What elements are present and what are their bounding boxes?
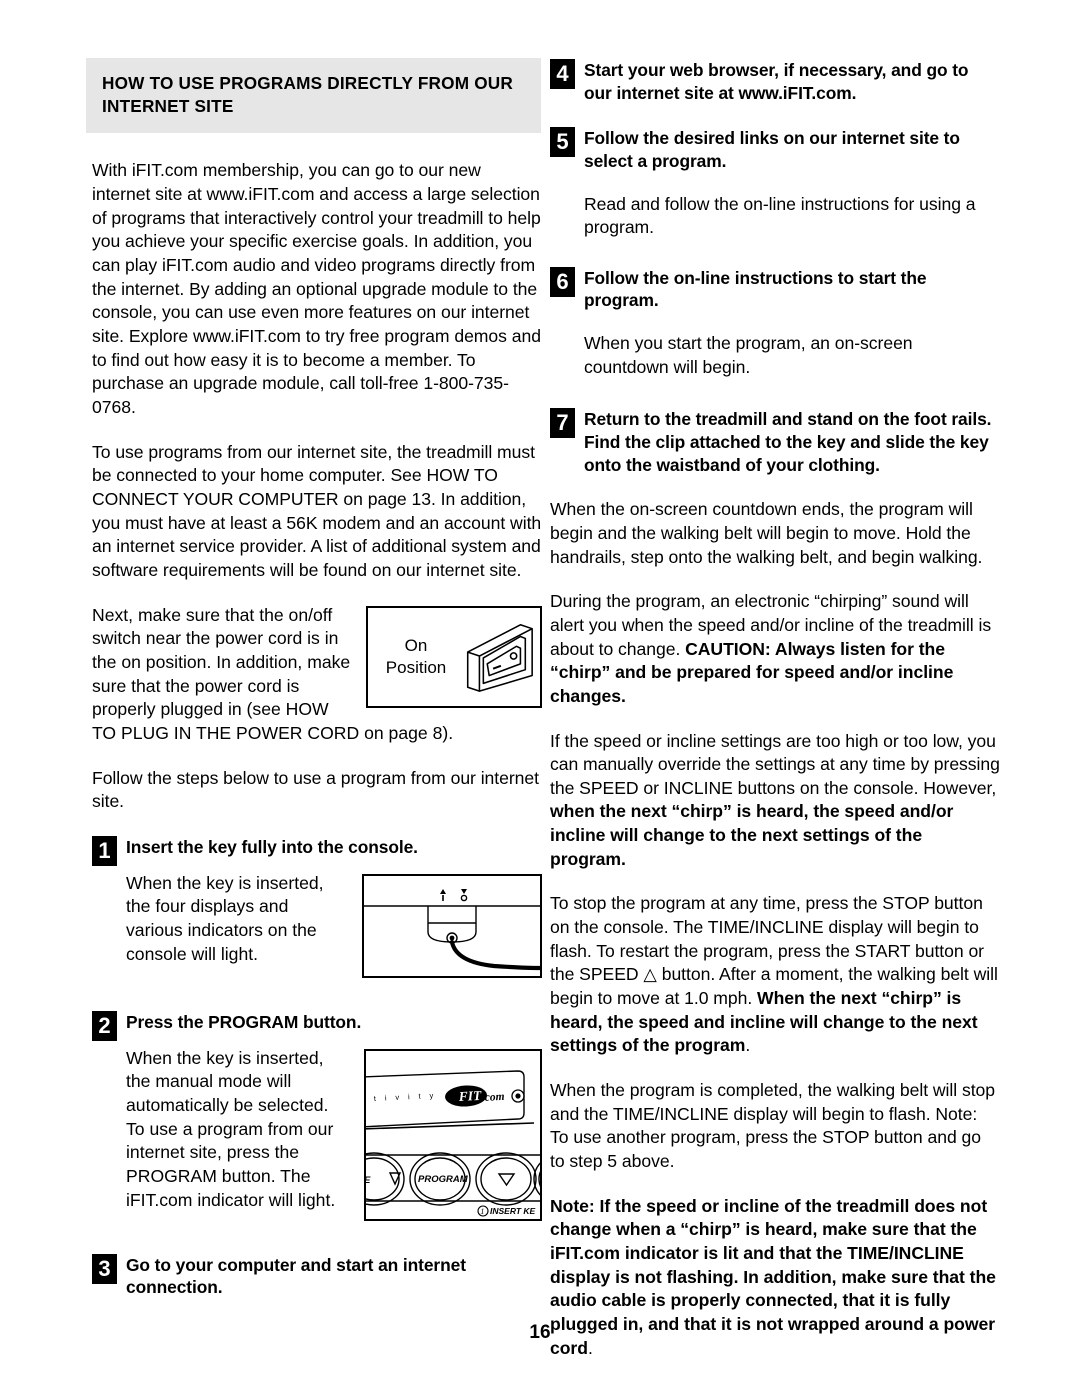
chirp-paragraph: During the program, an electronic “chirp…: [550, 590, 1000, 708]
svg-text:.com: .com: [482, 1091, 505, 1104]
step-2: 2 Press the PROGRAM button.: [92, 1010, 542, 1041]
key-insert-figure: [362, 873, 542, 978]
svg-text:E: E: [366, 1175, 371, 1186]
step-6-title: Follow the on-line instructions to start…: [584, 267, 927, 311]
step-2-body-block: i FIT .com t i v i t y E: [92, 1047, 542, 1227]
step-4-title: Start your web browser, if necessary, an…: [584, 60, 969, 103]
step-4-number: 4: [550, 59, 575, 89]
step-1-number: 1: [92, 835, 117, 866]
on-position-label: On Position: [376, 635, 456, 677]
svg-text:1: 1: [480, 1207, 484, 1216]
step-3-number: 3: [92, 1253, 117, 1284]
svg-text:INSERT KE: INSERT KE: [490, 1206, 536, 1216]
step-5: 5 Follow the desired links on our intern…: [550, 126, 1000, 172]
override-paragraph-normal: If the speed or incline settings are too…: [550, 730, 1000, 798]
step-1: 1 Insert the key fully into the console.: [92, 835, 542, 866]
step-7-title: Return to the treadmill and stand on the…: [584, 409, 992, 475]
step-7: 7 Return to the treadmill and stand on t…: [550, 407, 1000, 476]
step-2-number: 2: [92, 1010, 117, 1041]
step-1-body-block: When the key is inserted, the four displ…: [92, 872, 542, 984]
section-header: HOW TO USE PROGRAMS DIRECTLY FROM OUR IN…: [86, 58, 541, 134]
console-panel-figure: i FIT .com t i v i t y E: [364, 1048, 542, 1221]
step-7-number: 7: [550, 408, 575, 439]
svg-text:PROGRAM: PROGRAM: [418, 1174, 469, 1185]
svg-text:FIT: FIT: [457, 1088, 482, 1104]
step-6-number: 6: [550, 266, 575, 297]
stop-paragraph-tail: .: [745, 1035, 751, 1056]
switch-paragraph-block: On Position Next, make sure that the on/…: [92, 604, 542, 746]
triangle-up-icon: △: [643, 964, 657, 985]
on-position-figure: On Position: [366, 605, 542, 708]
step-1-title: Insert the key fully into the console.: [126, 836, 418, 857]
countdown-paragraph: When the on-screen countdown ends, the p…: [550, 499, 983, 567]
console-panel-illustration-icon: i FIT .com t i v i t y E: [366, 1070, 540, 1217]
right-column: 4 Start your web browser, if necessary, …: [550, 58, 1000, 1381]
step-5-number: 5: [550, 127, 575, 158]
console-key-illustration-icon: [364, 888, 540, 970]
override-paragraph-bold: when the next “chirp” is heard, the spee…: [550, 801, 954, 869]
stop-paragraph: To stop the program at any time, press t…: [550, 892, 1000, 1058]
step-2-title: Press the PROGRAM button.: [126, 1011, 362, 1032]
page-number: 16: [529, 1322, 551, 1343]
two-column-layout: HOW TO USE PROGRAMS DIRECTLY FROM OUR IN…: [0, 58, 1080, 1381]
step-6: 6 Follow the on-line instructions to sta…: [550, 266, 1000, 312]
rocker-switch-icon: [466, 623, 533, 692]
override-paragraph: If the speed or incline settings are too…: [550, 730, 1000, 872]
step-5-body: Read and follow the on-line instructions…: [584, 193, 976, 238]
on-position-label-line1: On: [404, 636, 428, 656]
step-6-body: When you start the program, an on-screen…: [584, 333, 913, 377]
step-4: 4 Start your web browser, if necessary, …: [550, 58, 1000, 104]
manual-page: HOW TO USE PROGRAMS DIRECTLY FROM OUR IN…: [0, 0, 1080, 1397]
left-column: HOW TO USE PROGRAMS DIRECTLY FROM OUR IN…: [86, 58, 542, 1381]
step-3-title: Go to your computer and start an interne…: [126, 1254, 466, 1298]
on-position-label-line2: Position: [385, 657, 447, 677]
page-title: HOW TO USE PROGRAMS DIRECTLY FROM OUR IN…: [102, 73, 514, 116]
intro-paragraph: With iFIT.com membership, you can go to …: [92, 160, 541, 417]
step-3: 3 Go to your computer and start an inter…: [92, 1253, 542, 1299]
follow-steps-paragraph: Follow the steps below to use a program …: [92, 767, 539, 812]
step-1-body: When the key is inserted, the four displ…: [126, 872, 324, 964]
requirements-paragraph: To use programs from our internet site, …: [92, 441, 542, 580]
completed-paragraph: When the program is completed, the walki…: [550, 1080, 996, 1171]
step-5-title: Follow the desired links on our internet…: [584, 128, 960, 171]
step-2-body: When the key is inserted, the manual mod…: [126, 1047, 336, 1210]
